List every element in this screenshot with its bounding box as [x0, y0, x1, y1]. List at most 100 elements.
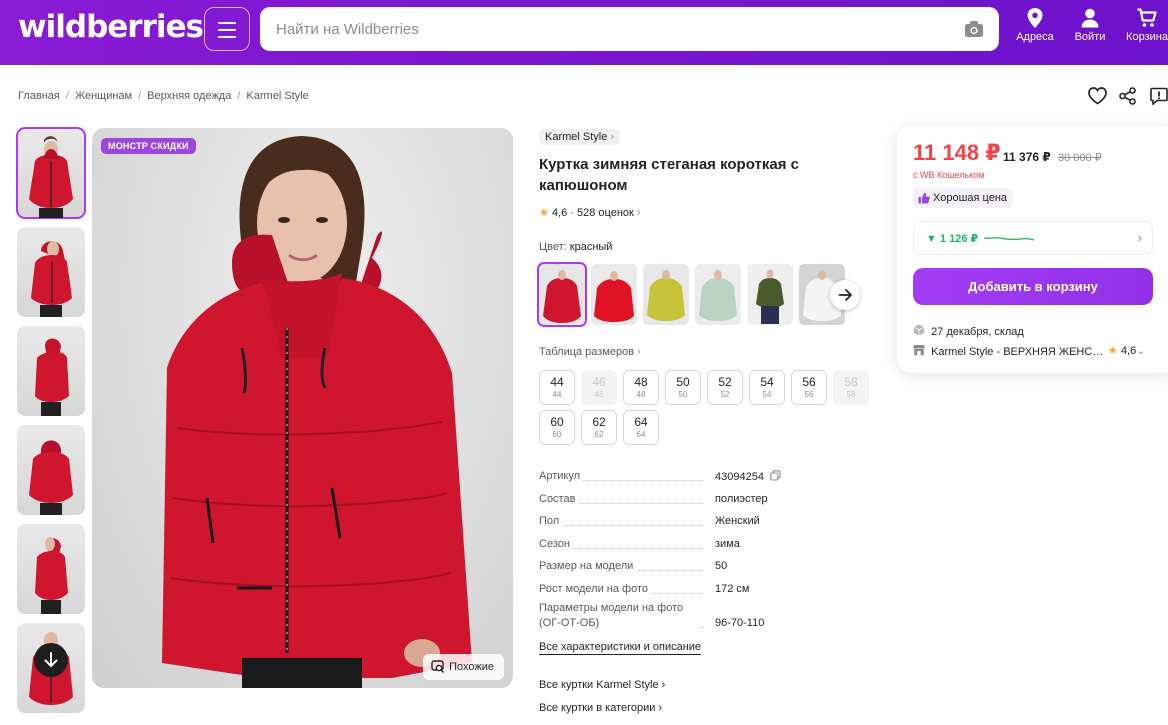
- size-option[interactable]: 52 52: [707, 370, 743, 405]
- search-input[interactable]: [276, 7, 956, 51]
- old-price: 30 000 ₽: [1058, 152, 1102, 164]
- size-option[interactable]: 62 62: [581, 410, 617, 445]
- heart-icon[interactable]: [1088, 87, 1107, 105]
- spec-value: 172 см: [715, 582, 750, 595]
- color-swatch-yellow[interactable]: [643, 264, 689, 325]
- size-table-link[interactable]: Таблица размеров ›: [539, 346, 641, 358]
- category-jackets-label: Все куртки в категории: [539, 702, 656, 714]
- color-swatch-mint[interactable]: [695, 264, 741, 325]
- nav-addresses-label: Адреса: [1016, 31, 1054, 43]
- report-icon[interactable]: [1150, 87, 1168, 105]
- thumbnail-front[interactable]: [16, 127, 86, 219]
- size-eu: 54: [762, 390, 772, 399]
- breadcrumb-item[interactable]: Главная: [18, 90, 60, 102]
- spec-value: 43094254: [715, 470, 781, 483]
- size-eu: 50: [678, 390, 688, 399]
- chevron-down-icon: ⌄: [1136, 345, 1146, 357]
- size-eu: 48: [636, 390, 646, 399]
- brand-link[interactable]: Karmel Style ›: [539, 129, 621, 145]
- spec-key: Параметры модели на фото (ОГ-ОТ-ОБ): [539, 601, 699, 631]
- seller-name: Karmel Style - ВЕРХНЯЯ ЖЕНС…: [931, 346, 1104, 358]
- size-ru: 44: [550, 375, 564, 389]
- chevron-right-icon: ›: [661, 679, 666, 691]
- spec-row: Пол Женский: [539, 511, 869, 534]
- search-bar: [260, 7, 999, 51]
- thumbnail-side[interactable]: [17, 227, 85, 317]
- good-price-label: Хорошая цена: [933, 192, 1008, 204]
- price-drop: ▼ 1 126 ₽: [926, 233, 979, 245]
- spec-value: 50: [715, 560, 728, 572]
- size-table-label: Таблица размеров: [539, 346, 635, 358]
- spec-row: Рост модели на фото 172 см: [539, 579, 869, 602]
- category-jackets-link[interactable]: Все куртки в категории ›: [539, 702, 662, 714]
- size-ru: 60: [550, 415, 564, 429]
- thumbnail-back[interactable]: [17, 425, 85, 515]
- size-option[interactable]: 44 44: [539, 370, 575, 405]
- size-option[interactable]: 50 50: [665, 370, 701, 405]
- brand-jackets-label: Все куртки Karmel Style: [539, 679, 659, 691]
- spec-value: Женский: [715, 515, 760, 527]
- similar-search-icon: [431, 660, 445, 674]
- chevron-right-icon: ›: [637, 346, 641, 358]
- color-swatch-red[interactable]: [537, 262, 587, 327]
- size-ru: 62: [592, 415, 606, 429]
- breadcrumb-item[interactable]: Верхняя одежда: [147, 90, 231, 102]
- price-history-sparkline: [984, 237, 1034, 241]
- size-ru: 54: [760, 375, 774, 389]
- chevron-right-icon: ›: [636, 207, 641, 219]
- delivery-info: 27 декабря, склад: [913, 324, 1024, 338]
- location-pin-icon: [1027, 8, 1043, 28]
- swatches-next-button[interactable]: [830, 280, 860, 310]
- star-icon: ★: [539, 207, 549, 219]
- size-option[interactable]: 56 56: [791, 370, 827, 405]
- rating-value: 4,6: [551, 207, 568, 219]
- size-option-unavailable: 58 58: [833, 370, 869, 405]
- size-option[interactable]: 64 64: [623, 410, 659, 445]
- size-option[interactable]: 54 54: [749, 370, 785, 405]
- size-eu: 62: [594, 430, 604, 439]
- size-eu: 64: [636, 430, 646, 439]
- delivery-date: 27 декабря, склад: [931, 326, 1024, 338]
- price-history-button[interactable]: ▼ 1 126 ₽ ›: [913, 221, 1153, 255]
- rating-reviews[interactable]: ★ 4,6 · 528 оценок ›: [539, 206, 641, 219]
- size-option[interactable]: 60 60: [539, 410, 575, 445]
- thumbnail-profile-2[interactable]: [17, 524, 85, 614]
- catalog-menu-button[interactable]: [204, 7, 250, 51]
- breadcrumb-item[interactable]: Karmel Style: [246, 90, 308, 102]
- seller-rating-value: 4,6: [1120, 345, 1137, 357]
- thumbnail-profile[interactable]: [17, 326, 85, 416]
- camera-search-icon[interactable]: [964, 20, 984, 38]
- spec-key: Пол: [539, 515, 563, 527]
- size-ru: 46: [592, 375, 606, 389]
- thumbs-up-icon: [918, 192, 930, 204]
- similar-products-button[interactable]: Похожие: [423, 654, 504, 680]
- add-to-cart-button[interactable]: Добавить в корзину: [913, 268, 1153, 305]
- breadcrumb: Главная / Женщинам / Верхняя одежда / Karmel S…: [18, 90, 309, 102]
- size-eu: 60: [552, 430, 562, 439]
- size-option[interactable]: 48 48: [623, 370, 659, 405]
- share-icon[interactable]: [1119, 87, 1136, 105]
- color-value: красный: [569, 241, 613, 253]
- chevron-right-icon: ›: [610, 131, 615, 143]
- wallet-note[interactable]: с WB Кошельком: [913, 170, 984, 180]
- brand-jackets-link[interactable]: Все куртки Karmel Style ›: [539, 679, 665, 691]
- color-swatch-khaki[interactable]: [747, 264, 793, 325]
- all-specs-link[interactable]: Все характеристики и описание: [539, 641, 702, 655]
- good-price-badge: Хорошая цена: [913, 188, 1014, 208]
- current-price: 11 376 ₽: [1003, 150, 1051, 164]
- nav-cart[interactable]: Корзина: [1117, 8, 1168, 43]
- wildberries-logo[interactable]: wildberries: [18, 9, 204, 45]
- nav-addresses[interactable]: Адреса: [1005, 8, 1065, 43]
- seller-rating: ★ 4,6⌄: [1108, 344, 1145, 357]
- wallet-price: 11 148 ₽: [913, 140, 1001, 165]
- scroll-thumbnails-down-button[interactable]: [34, 643, 68, 677]
- breadcrumb-item[interactable]: Женщинам: [75, 90, 132, 102]
- copy-icon[interactable]: [770, 470, 781, 481]
- spec-row: Параметры модели на фото (ОГ-ОТ-ОБ) 96-70…: [539, 601, 869, 639]
- main-product-image[interactable]: МОНСТР СКИДКИ Похожие: [92, 128, 513, 688]
- size-ru: 48: [634, 375, 648, 389]
- buy-card: 11 148 ₽ 11 376 ₽ 30 000 ₽ с WB Кошелько…: [897, 126, 1168, 373]
- nav-login[interactable]: Войти: [1060, 8, 1120, 43]
- seller-info[interactable]: Karmel Style - ВЕРХНЯЯ ЖЕНС… ★ 4,6⌄: [913, 344, 1163, 358]
- color-swatch-red-2[interactable]: [591, 264, 637, 325]
